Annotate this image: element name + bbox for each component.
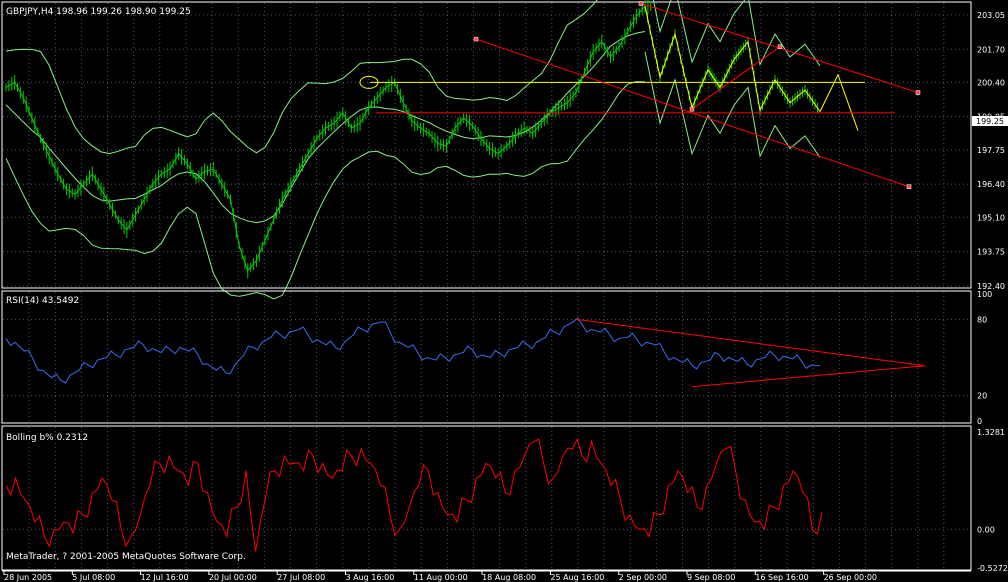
time-tick-label: 28 Jun 2005 xyxy=(4,573,52,582)
time-axis: 28 Jun 2005 5 Jul 08:00 12 Jul 16:00 20 Jul… xyxy=(2,570,971,582)
trendline-handle[interactable] xyxy=(777,44,783,49)
price-tick-label: 201.70 xyxy=(977,45,1005,54)
rsi-upper-trendline xyxy=(576,318,926,367)
rsi-title: RSI(14) 43.5492 xyxy=(6,296,79,306)
bollinger-axis: 1.3281 0.00 -0.5272 xyxy=(977,428,1008,573)
bollinger-bands xyxy=(5,0,821,300)
price-tick-label: 200.40 xyxy=(977,78,1005,87)
current-price-label: 199.25 xyxy=(976,117,1004,126)
price-series xyxy=(5,0,818,279)
time-tick-label: 20 Jul 00:00 xyxy=(209,573,257,582)
price-tick-label: 197.75 xyxy=(977,146,1005,155)
rsi-panel-border xyxy=(1,290,972,424)
time-tick-label: 16 Sep 16:00 xyxy=(755,573,808,582)
time-tick-label: 11 Aug 00:00 xyxy=(414,573,468,582)
time-tick-label: 3 Aug 16:00 xyxy=(346,573,395,582)
time-tick-label: 26 Sep 00:00 xyxy=(824,573,877,582)
copyright-text: MetaTrader, ? 2001-2005 MetaQuotes Softw… xyxy=(6,552,246,562)
rsi-tick-label: 20 xyxy=(977,392,987,401)
rsi-triangle[interactable] xyxy=(576,318,926,388)
bollinger-tick-label: 1.3281 xyxy=(977,428,1005,437)
rsi-tick-label: 0 xyxy=(977,417,982,426)
trendline-overlays[interactable] xyxy=(359,1,921,189)
rsi-tick-label: 80 xyxy=(977,315,987,324)
time-tick-label: 5 Jul 08:00 xyxy=(72,573,115,582)
time-tick-label: 25 Aug 16:00 xyxy=(550,573,604,582)
time-tick-label: 9 Sep 08:00 xyxy=(687,573,735,582)
zigzag-line xyxy=(644,5,821,112)
price-tick-label: 196.40 xyxy=(977,180,1005,189)
bollinger-lower-band xyxy=(644,51,821,158)
rsi-axis: 100 80 20 0 xyxy=(977,290,992,426)
rsi-grid xyxy=(3,292,970,422)
bollinger-panel[interactable]: Bolling b% 0.2312 1.3281 0.00 -0.5272 Meta… xyxy=(1,425,1008,573)
bollinger-tick-label: -0.5272 xyxy=(977,564,1008,573)
price-tick-label: 195.10 xyxy=(977,213,1005,222)
time-tick-label: 18 Aug 08:00 xyxy=(482,573,536,582)
price-tick-label: 203.05 xyxy=(977,11,1005,20)
bollinger-panel-border xyxy=(1,425,972,571)
bollinger-grid xyxy=(3,427,970,569)
bollinger-b-line xyxy=(5,437,823,552)
rsi-panel[interactable]: RSI(14) 43.5492 100 80 20 0 xyxy=(1,290,992,426)
trendline-handle[interactable] xyxy=(473,36,479,42)
trendline-handle[interactable] xyxy=(906,184,912,189)
trading-chart[interactable]: GBPJPY,H4 198.96 199.26 198.90 199.25 20… xyxy=(0,0,1008,582)
price-axis: 203.05201.70200.40199.05197.75196.40195.… xyxy=(977,11,1005,291)
bollinger-line xyxy=(5,437,823,552)
rsi-line xyxy=(5,317,821,384)
time-tick-label: 12 Jul 16:00 xyxy=(141,573,189,582)
rsi-line xyxy=(5,317,821,384)
price-tick-label: 193.75 xyxy=(977,248,1005,257)
trendline-handle[interactable] xyxy=(638,1,644,6)
rsi-lower-trendline xyxy=(691,365,926,388)
bollinger-tick-label: 0.00 xyxy=(977,525,995,534)
time-tick-label: 27 Jul 08:00 xyxy=(277,573,325,582)
bollinger-title: Bolling b% 0.2312 xyxy=(6,433,88,443)
chart-title: GBPJPY,H4 198.96 199.26 198.90 199.25 xyxy=(6,7,191,17)
rsi-tick-label: 100 xyxy=(977,290,992,299)
trendline-handle[interactable] xyxy=(915,90,921,95)
price-close-line xyxy=(5,5,646,272)
time-tick-label: 2 Sep 00:00 xyxy=(619,573,667,582)
price-panel[interactable]: GBPJPY,H4 198.96 199.26 198.90 199.25 20… xyxy=(1,0,1008,300)
trendline-handle[interactable] xyxy=(689,106,695,112)
